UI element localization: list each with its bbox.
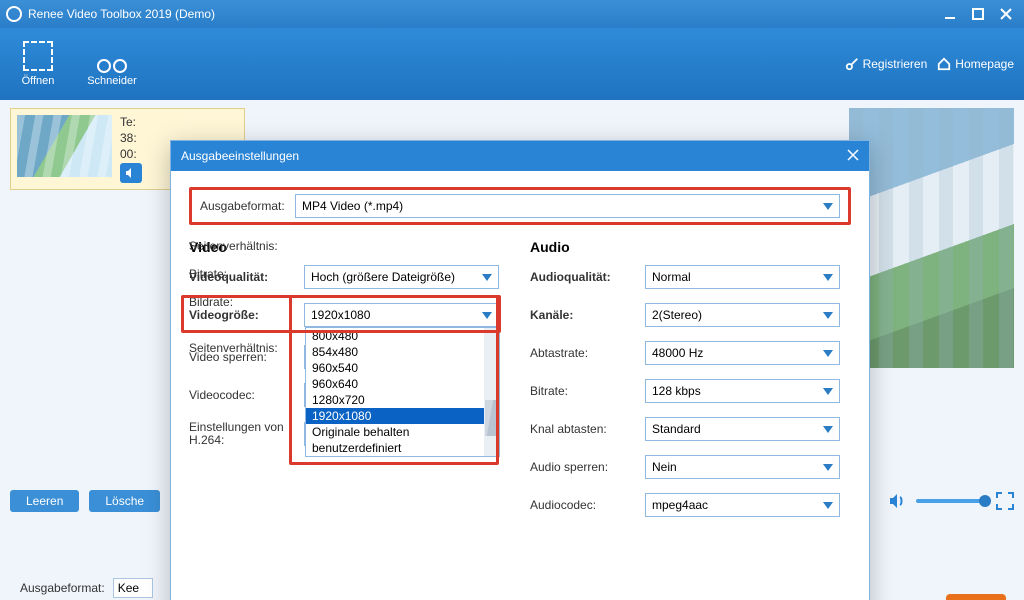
audio-quality-label: Audioqualität: xyxy=(530,270,645,284)
audio-preview-button[interactable] xyxy=(120,163,142,183)
dialog-title: Ausgabeeinstellungen xyxy=(181,149,847,163)
audio-resample-label: Knal abtasten: xyxy=(530,422,645,436)
video-size-option[interactable]: 960x540 xyxy=(306,360,499,376)
output-format-label: Ausgabeformat: xyxy=(200,199,295,213)
chevron-down-icon xyxy=(823,312,833,319)
start-button[interactable]: rt xyxy=(946,594,1006,600)
homepage-link[interactable]: Homepage xyxy=(937,57,1014,71)
video-size-label: Videogröße: xyxy=(189,308,304,322)
video-h264-label: Einstellungen von H.264: xyxy=(189,421,304,447)
audio-channels-value: 2(Stereo) xyxy=(652,308,702,322)
audio-codec-label: Audiocodec: xyxy=(530,498,645,512)
video-size-option[interactable]: 960x640 xyxy=(306,376,499,392)
chevron-down-icon xyxy=(823,426,833,433)
chevron-down-icon xyxy=(823,464,833,471)
audio-bitrate-select[interactable]: 128 kbps xyxy=(645,379,840,403)
close-button[interactable] xyxy=(994,4,1018,24)
bg-output-format-label: Ausgabeformat: xyxy=(20,581,105,595)
delete-button[interactable]: Lösche xyxy=(89,490,160,512)
dialog-titlebar: Ausgabeeinstellungen xyxy=(171,141,869,171)
file-time: 00: xyxy=(120,147,142,161)
video-size-dropdown[interactable]: 800x480854x480960x540960x6401280x7201920… xyxy=(305,327,500,457)
clear-button[interactable]: Leeren xyxy=(10,490,79,512)
audio-resample-select[interactable]: Standard xyxy=(645,417,840,441)
dialog-close-button[interactable] xyxy=(847,149,859,164)
open-label: Öffnen xyxy=(22,75,55,87)
maximize-button[interactable] xyxy=(966,4,990,24)
app-logo-icon xyxy=(6,6,22,22)
chevron-down-icon xyxy=(823,203,833,210)
video-size-value: 1920x1080 xyxy=(311,308,370,322)
cut-label: Schneider xyxy=(87,75,137,87)
audio-lock-select[interactable]: Nein xyxy=(645,455,840,479)
audio-channels-label: Kanäle: xyxy=(530,308,645,322)
audio-samplerate-value: 48000 Hz xyxy=(652,346,703,360)
window-title: Renee Video Toolbox 2019 (Demo) xyxy=(28,7,934,21)
chevron-down-icon xyxy=(823,274,833,281)
video-size-option[interactable]: 854x480 xyxy=(306,344,499,360)
main-toolbar: Öffnen Schneider Registrieren Homepage xyxy=(0,28,1024,100)
audio-lock-label: Audio sperren: xyxy=(530,460,645,474)
filmstrip-icon xyxy=(23,41,53,71)
audio-column: Audio Audioqualität: Normal Kanäle: 2(Ster… xyxy=(530,235,851,531)
fullscreen-icon[interactable] xyxy=(996,492,1014,510)
file-info: Te: 38: 00: xyxy=(120,115,142,183)
audio-bitrate-label: Bitrate: xyxy=(530,384,645,398)
audio-heading: Audio xyxy=(530,239,851,255)
minimize-button[interactable] xyxy=(938,4,962,24)
video-column: Video Videoqualität: Hoch (größere Datei… xyxy=(189,235,510,531)
audio-quality-value: Normal xyxy=(652,270,691,284)
file-name: Te: xyxy=(120,115,142,129)
home-icon xyxy=(937,57,951,71)
video-thumbnail xyxy=(17,115,112,177)
video-size-option[interactable]: Originale behalten xyxy=(306,424,499,440)
chevron-down-icon xyxy=(823,388,833,395)
output-format-highlight: Ausgabeformat: MP4 Video (*.mp4) xyxy=(189,187,851,225)
file-duration: 38: xyxy=(120,131,142,145)
audio-bitrate-value: 128 kbps xyxy=(652,384,701,398)
key-icon xyxy=(845,57,859,71)
video-aspect-label2: Seitenverhältnis: xyxy=(189,239,304,253)
video-fps-label: Bildrate: xyxy=(189,295,304,309)
video-codec-label: Videocodec: xyxy=(189,388,304,402)
dropdown-scrollbar[interactable] xyxy=(484,328,499,456)
app-window: Renee Video Toolbox 2019 (Demo) Öffnen S… xyxy=(0,0,1024,600)
scrollbar-thumb[interactable] xyxy=(485,400,498,436)
cut-button[interactable]: Schneider xyxy=(84,34,140,94)
video-size-option[interactable]: 800x480 xyxy=(306,328,499,344)
speaker-icon xyxy=(125,167,137,179)
chevron-down-icon xyxy=(482,312,492,319)
volume-slider[interactable] xyxy=(916,499,986,503)
video-lock-label: Video sperren: xyxy=(189,350,304,364)
audio-samplerate-label: Abtastrate: xyxy=(530,346,645,360)
bg-output-format-value[interactable] xyxy=(113,578,153,598)
player-controls xyxy=(888,492,1014,510)
chevron-down-icon xyxy=(823,350,833,357)
homepage-label: Homepage xyxy=(955,57,1014,71)
video-bitrate-label: Bitrate: xyxy=(189,267,304,281)
register-label: Registrieren xyxy=(863,57,928,71)
scissors-icon xyxy=(97,41,127,71)
audio-quality-select[interactable]: Normal xyxy=(645,265,840,289)
audio-codec-value: mpeg4aac xyxy=(652,498,708,512)
output-settings-dialog: Ausgabeeinstellungen Ausgabeformat: MP4 … xyxy=(170,140,870,600)
audio-resample-value: Standard xyxy=(652,422,701,436)
video-size-option[interactable]: 1920x1080 xyxy=(306,408,499,424)
volume-icon[interactable] xyxy=(888,492,906,510)
preview-pane xyxy=(849,108,1014,368)
content-area: Te: 38: 00: Leeren Lösche D Ausgabeforma… xyxy=(0,100,1024,600)
output-format-select[interactable]: MP4 Video (*.mp4) xyxy=(295,194,840,218)
audio-samplerate-select[interactable]: 48000 Hz xyxy=(645,341,840,365)
open-button[interactable]: Öffnen xyxy=(10,34,66,94)
video-size-option[interactable]: benutzerdefiniert xyxy=(306,440,499,456)
audio-codec-select[interactable]: mpeg4aac xyxy=(645,493,840,517)
audio-lock-value: Nein xyxy=(652,460,677,474)
titlebar: Renee Video Toolbox 2019 (Demo) xyxy=(0,0,1024,28)
audio-channels-select[interactable]: 2(Stereo) xyxy=(645,303,840,327)
chevron-down-icon xyxy=(823,502,833,509)
output-format-value: MP4 Video (*.mp4) xyxy=(302,199,403,213)
register-link[interactable]: Registrieren xyxy=(845,57,928,71)
video-size-option[interactable]: 1280x720 xyxy=(306,392,499,408)
